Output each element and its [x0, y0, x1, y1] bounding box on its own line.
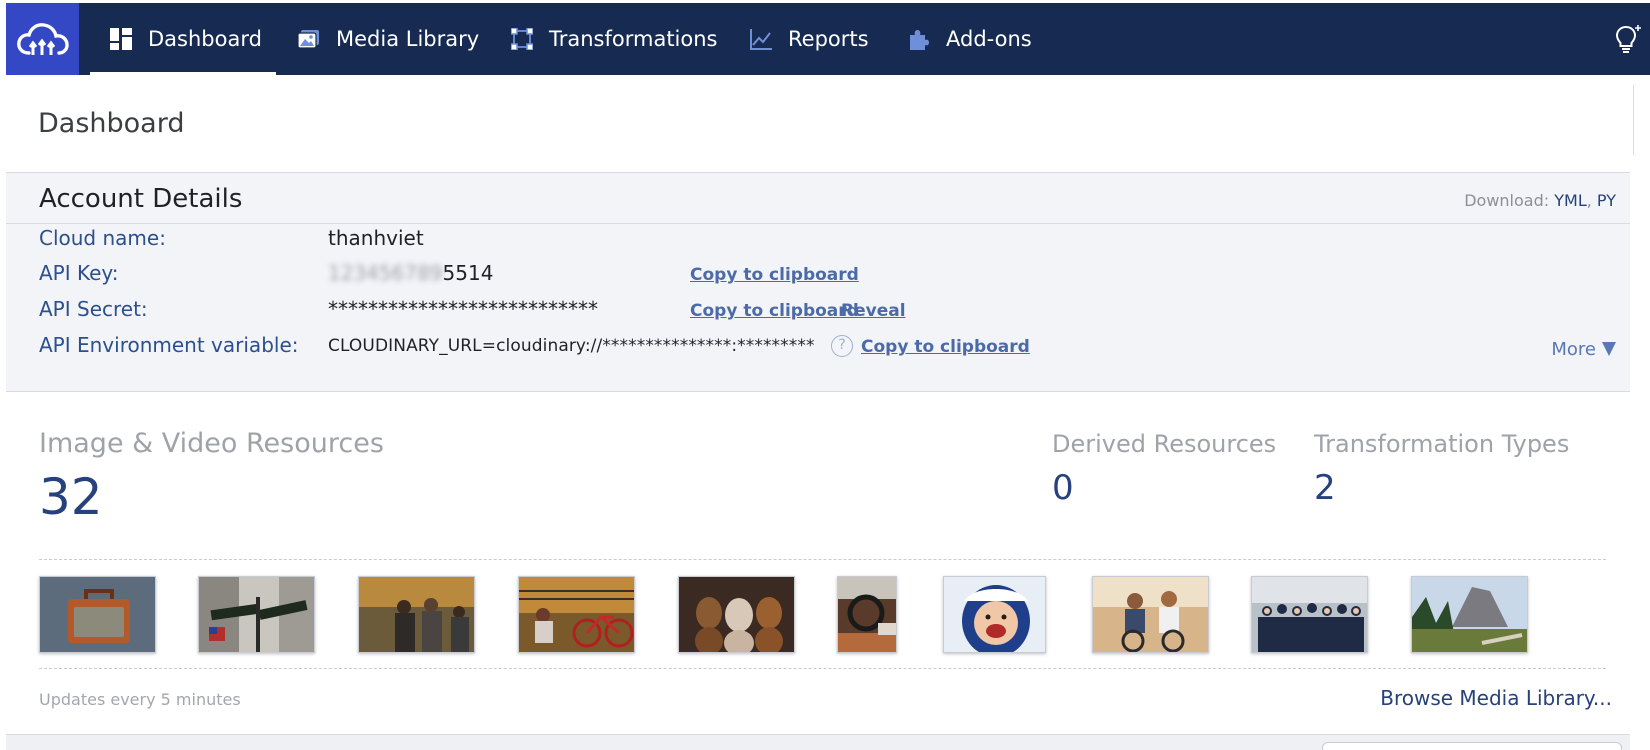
reports-icon [748, 26, 774, 52]
nav-add-ons[interactable]: Add-ons [906, 3, 1032, 75]
thumbnail-couple-bikes[interactable] [1092, 576, 1209, 653]
nav-transformations-label: Transformations [549, 27, 718, 51]
api-env-value: CLOUDINARY_URL=cloudinary://************… [328, 336, 814, 356]
thumbnail-child-snow[interactable] [943, 576, 1046, 653]
download-separator: , [1586, 191, 1592, 210]
derived-resources-count: 0 [1052, 468, 1074, 508]
transformation-types-label: Transformation Types [1314, 430, 1570, 458]
api-env-label: API Environment variable: [39, 333, 299, 357]
nav-add-ons-label: Add-ons [946, 27, 1032, 51]
help-icon[interactable]: ? [831, 335, 853, 357]
thumbnail-woman-bicycle[interactable] [518, 576, 635, 653]
api-key-suffix: 5514 [442, 261, 494, 285]
cloudinary-logo-icon [16, 23, 69, 55]
nav-reports-label: Reports [788, 27, 869, 51]
api-secret-label: API Secret: [39, 297, 148, 321]
copy-api-key-button[interactable]: Copy to clipboard [690, 265, 859, 285]
transformation-types-count: 2 [1314, 468, 1336, 508]
top-navigation: Dashboard Media Library Transformations … [6, 3, 1650, 75]
api-key-value: 1234567895514 [328, 261, 493, 285]
nav-transformations[interactable]: Transformations [509, 3, 718, 75]
thumbnail-briefcase[interactable] [39, 576, 156, 653]
bottom-panel-button[interactable] [1322, 742, 1622, 750]
derived-resources-label: Derived Resources [1052, 430, 1277, 458]
api-key-label: API Key: [39, 261, 119, 285]
cloud-name-row: Cloud name: thanhviet [6, 226, 1630, 258]
thumbnail-street-signs[interactable] [198, 576, 315, 653]
lightbulb-icon[interactable] [1612, 23, 1644, 55]
nav-media-library[interactable]: Media Library [296, 3, 479, 75]
thumbnail-mountain-valley[interactable] [1411, 576, 1528, 653]
dashed-divider-bottom [39, 668, 1606, 669]
account-details-header: Account Details Download: YML, PY [6, 173, 1630, 224]
cloud-name-value: thanhviet [328, 226, 424, 250]
reveal-secret-button[interactable]: Reveal [841, 301, 906, 321]
thumbnail-car-interior[interactable] [837, 576, 897, 653]
thumbnail-three-dogs[interactable] [678, 576, 795, 653]
thumbnail-team-photo[interactable] [1251, 576, 1368, 653]
header-divider [1633, 85, 1634, 155]
nav-reports[interactable]: Reports [748, 3, 869, 75]
copy-api-secret-button[interactable]: Copy to clipboard [690, 301, 859, 321]
dashboard-icon [108, 26, 134, 52]
api-secret-row: API Secret: *************************** … [6, 297, 1630, 329]
download-py-link[interactable]: PY [1597, 191, 1616, 210]
cloudinary-logo[interactable] [6, 3, 79, 75]
resources-panel: Image & Video Resources 32 Derived Resou… [6, 392, 1630, 735]
download-yml-link[interactable]: YML [1554, 191, 1587, 210]
thumbnail-musicians[interactable] [358, 576, 475, 653]
page-header: Dashboard [6, 75, 1634, 173]
transformations-icon [509, 26, 535, 52]
download-links: Download: YML, PY [1464, 191, 1616, 210]
more-button[interactable]: More [1551, 339, 1616, 360]
api-env-row: API Environment variable: CLOUDINARY_URL… [6, 333, 1630, 365]
api-key-blurred: 123456789 [328, 261, 443, 285]
dashed-divider-top [39, 559, 1606, 560]
image-video-resources-label: Image & Video Resources [39, 428, 384, 459]
api-key-row: API Key: 1234567895514 Copy to clipboard [6, 261, 1630, 293]
download-label: Download: [1464, 191, 1550, 210]
image-video-resources-count: 32 [39, 468, 103, 526]
nav-media-library-label: Media Library [336, 27, 480, 51]
cloud-name-label: Cloud name: [39, 226, 166, 250]
nav-dashboard-label: Dashboard [148, 27, 262, 51]
copy-env-button[interactable]: Copy to clipboard [861, 337, 1030, 357]
media-library-icon [296, 26, 322, 52]
updates-note: Updates every 5 minutes [39, 690, 241, 709]
account-details-panel: Account Details Download: YML, PY Cloud … [6, 173, 1630, 392]
nav-dashboard[interactable]: Dashboard [90, 3, 276, 75]
api-secret-value: *************************** [328, 297, 598, 321]
account-details-title: Account Details [39, 184, 243, 214]
triangle-down-icon [1602, 342, 1616, 356]
puzzle-icon [906, 26, 932, 52]
more-label: More [1551, 339, 1596, 360]
page-title: Dashboard [38, 108, 185, 139]
browse-media-library-link[interactable]: Browse Media Library... [1380, 686, 1612, 710]
